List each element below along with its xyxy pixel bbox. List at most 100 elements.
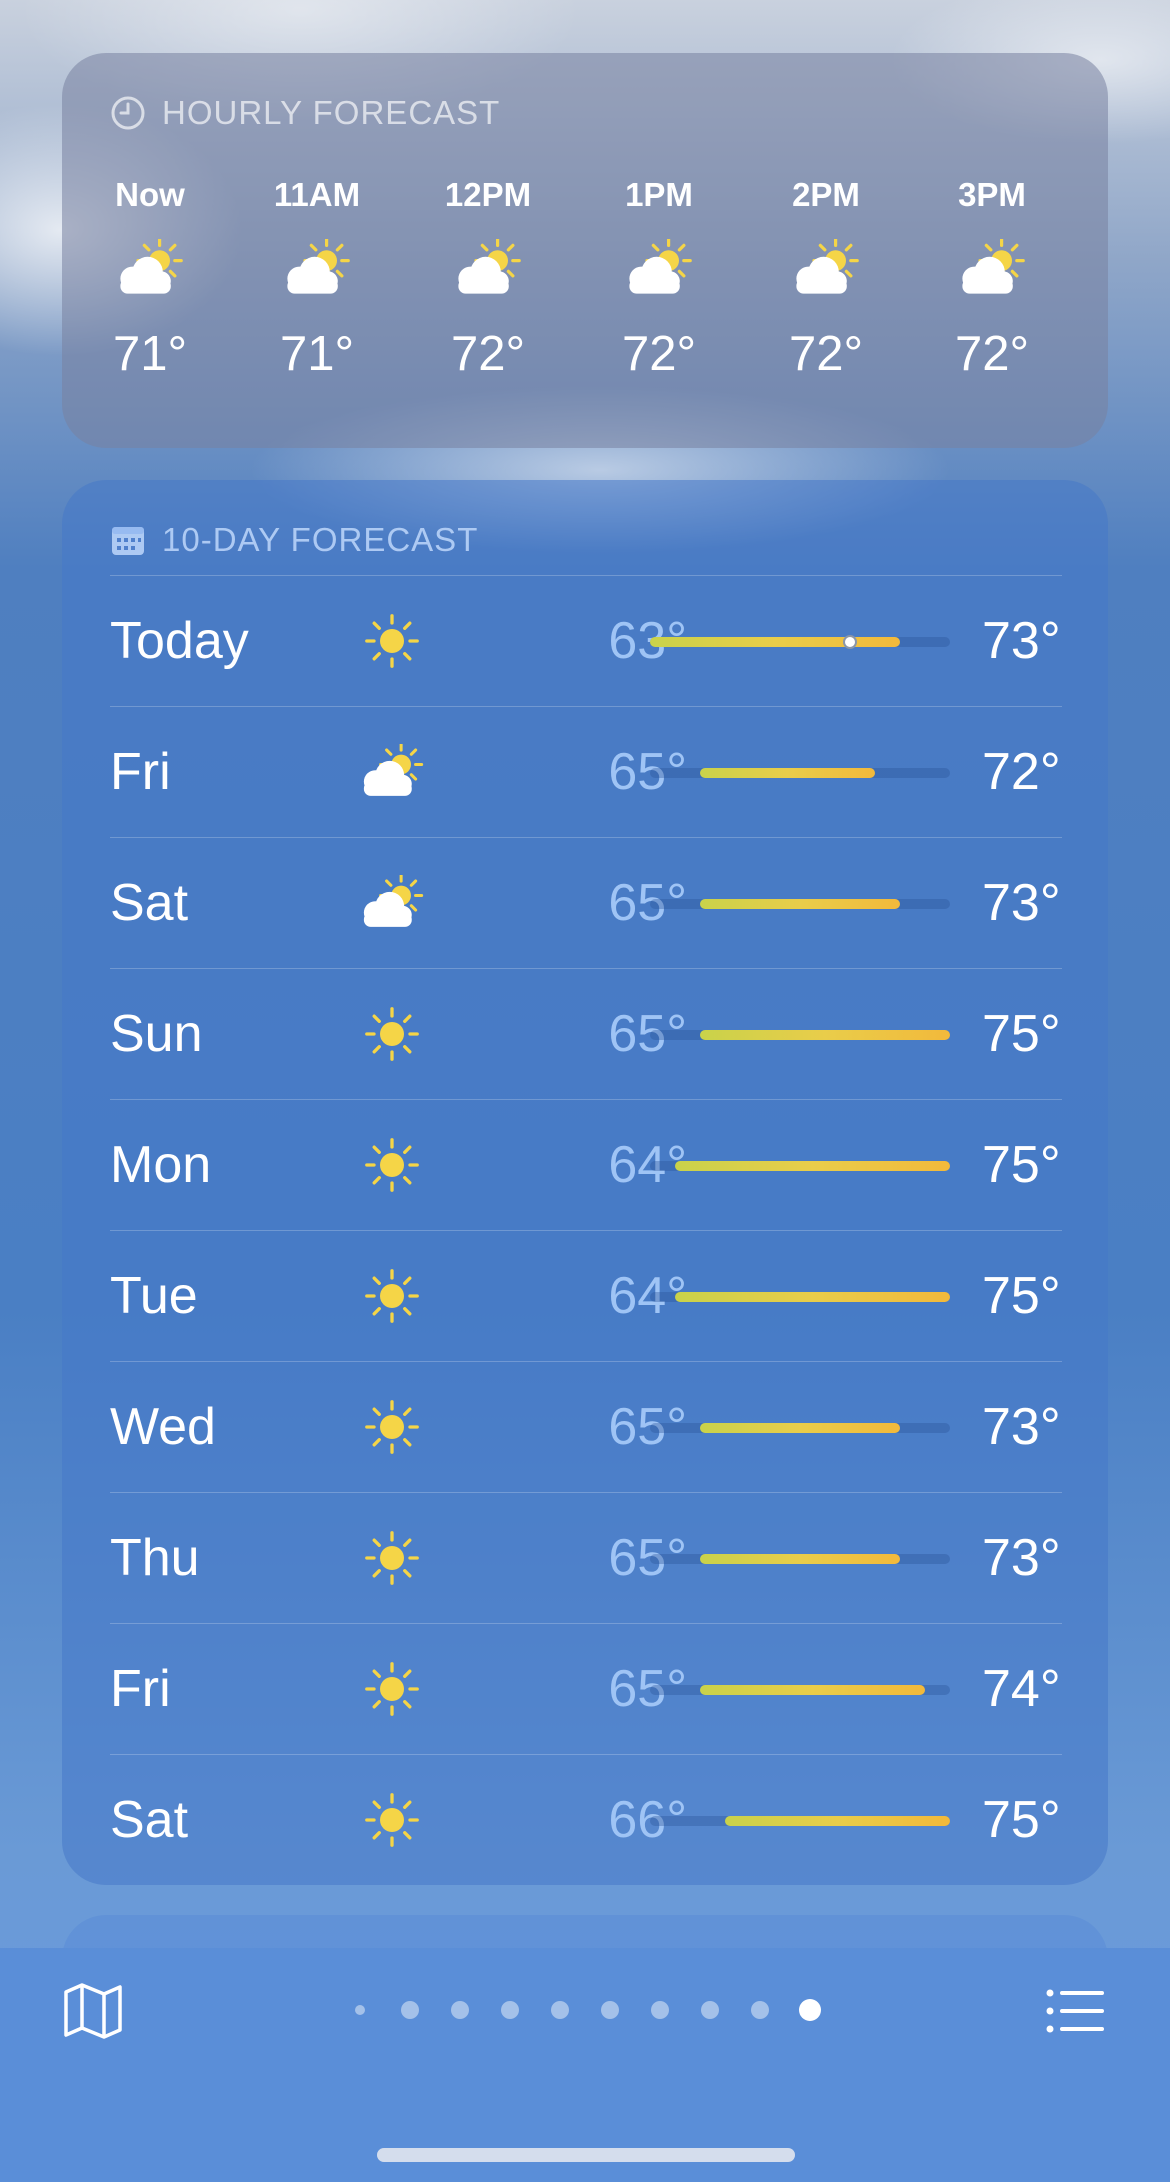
sun-icon [352,1133,432,1197]
sun-icon [352,1788,432,1852]
day-row[interactable]: Tue 64° 75° [62,1231,1108,1362]
day-row[interactable]: Sun 65° 75° [62,969,1108,1100]
day-row[interactable]: Sat 65° 73° [62,838,1108,969]
temp-range-bar [650,635,950,649]
page-dot[interactable] [601,2001,619,2019]
partly-cloudy-icon [756,219,896,319]
hour-time: 11AM [273,176,361,213]
map-icon[interactable] [62,1982,124,2040]
high-temp: 75° [982,1791,1061,1849]
partly-cloudy-icon [352,740,432,804]
page-dot[interactable] [501,2001,519,2019]
day-name: Mon [110,1136,212,1194]
sun-icon [352,1526,432,1590]
page-dot[interactable] [401,2001,419,2019]
temp-range-bar [650,1554,950,1564]
ten-day-forecast-card[interactable]: 10-DAY FORECAST Today 63° 73° Fri 65° 72… [62,480,1108,1885]
day-row[interactable]: Wed 65° 73° [62,1362,1108,1493]
hour-temp: 72° [954,327,1030,381]
hour-time: Now [115,176,185,213]
temp-range-bar [650,1161,950,1171]
hour-time: 1PM [625,176,693,213]
day-name: Sat [110,874,189,932]
hour-time: 12PM [444,176,532,213]
hour-column: 11AM 71° [247,171,387,389]
page-dot[interactable] [751,2001,769,2019]
temp-range-fill [650,637,900,647]
temp-range-bar [650,1030,950,1040]
day-row[interactable]: Today 63° 73° [62,576,1108,707]
hour-time: 3PM [958,176,1026,213]
day-row[interactable]: Sat 66° 75° [62,1755,1108,1886]
ten-day-forecast-title: 10-DAY FORECAST [162,521,479,558]
hourly-forecast-card[interactable]: HOURLY FORECAST Now 71° 11AM 71° 12PM 72… [62,53,1108,448]
hour-temp: 71° [279,327,355,381]
day-name: Today [110,612,249,670]
temp-range-bar [650,768,950,778]
page-dot[interactable] [701,2001,719,2019]
high-temp: 73° [982,1398,1061,1456]
temp-range-fill [700,1685,925,1695]
temp-range-bar [650,899,950,909]
sun-icon [352,1395,432,1459]
temp-range-bar [650,1292,950,1302]
high-temp: 74° [982,1660,1061,1718]
home-indicator [377,2148,795,2162]
hour-column: 3PM 72° [922,171,1062,389]
hour-column: 2PM 72° [756,171,896,389]
day-row[interactable]: Mon 64° 75° [62,1100,1108,1231]
calendar-icon [112,527,144,555]
partly-cloudy-icon [589,219,729,319]
day-name: Sat [110,1791,189,1849]
temp-range-bar [650,1685,950,1695]
partly-cloudy-icon [247,219,387,319]
partly-cloudy-icon [922,219,1062,319]
partly-cloudy-icon [80,219,220,319]
day-name: Sun [110,1005,203,1063]
temp-range-bar [650,1423,950,1433]
hour-column: 12PM 72° [418,171,558,389]
page-indicator[interactable] [350,1995,830,2025]
hour-temp: 72° [621,327,697,381]
page-dot[interactable] [799,1999,821,2021]
sun-icon [352,1002,432,1066]
high-temp: 72° [982,743,1061,801]
hour-time: 2PM [792,176,860,213]
high-temp: 75° [982,1267,1061,1325]
sun-icon [352,609,432,673]
sun-icon [352,1657,432,1721]
day-row[interactable]: Fri 65° 74° [62,1624,1108,1755]
hourly-forecast-title: HOURLY FORECAST [162,94,501,131]
sun-icon [352,1264,432,1328]
location-page-dot[interactable] [355,2005,365,2015]
hour-column: Now 71° [80,171,220,389]
temp-range-fill [675,1292,950,1302]
day-name: Fri [110,743,171,801]
day-name: Fri [110,1660,171,1718]
current-temp-marker [843,635,857,649]
partly-cloudy-icon [352,871,432,935]
high-temp: 73° [982,1529,1061,1587]
bottom-toolbar [0,1948,1170,2182]
day-name: Tue [110,1267,198,1325]
hour-temp: 71° [112,327,188,381]
day-row[interactable]: Fri 65° 72° [62,707,1108,838]
hourly-forecast-header: HOURLY FORECAST [110,91,500,135]
list-icon[interactable] [1046,1988,1106,2034]
day-row[interactable]: Thu 65° 73° [62,1493,1108,1624]
temp-range-fill [700,1554,900,1564]
temp-range-fill [675,1161,950,1171]
day-name: Wed [110,1398,216,1456]
hour-temp: 72° [788,327,864,381]
partly-cloudy-icon [418,219,558,319]
temp-range-fill [725,1816,950,1826]
page-dot[interactable] [551,2001,569,2019]
page-dot[interactable] [451,2001,469,2019]
ten-day-forecast-header: 10-DAY FORECAST [110,518,478,562]
page-dot[interactable] [651,2001,669,2019]
temp-range-fill [700,768,875,778]
hour-temp: 72° [450,327,526,381]
day-name: Thu [110,1529,200,1587]
high-temp: 75° [982,1005,1061,1063]
clock-icon [111,96,145,130]
